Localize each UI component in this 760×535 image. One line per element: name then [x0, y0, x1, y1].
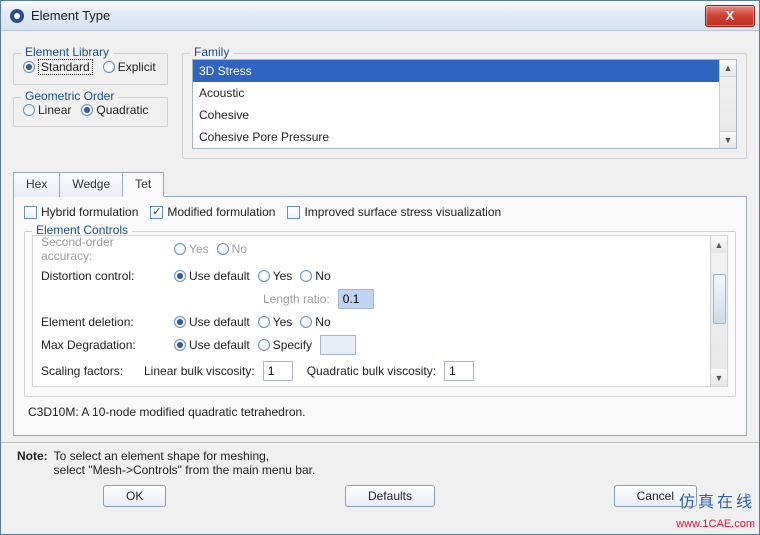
family-item[interactable]: 3D Stress [193, 60, 736, 82]
family-item[interactable]: Cohesive [193, 104, 736, 126]
element-library-group: Element Library Standard Explicit [13, 47, 168, 85]
checkbox-hybrid-label: Hybrid formulation [41, 205, 138, 219]
scroll-thumb[interactable] [713, 274, 726, 324]
radio-quadratic[interactable]: Quadratic [81, 103, 148, 117]
element-description: C3D10M: A 10-node modified quadratic tet… [24, 397, 736, 427]
soa-label: Second-order accuracy: [41, 235, 166, 263]
close-icon: X [726, 8, 735, 23]
tabstrip: Hex Wedge Tet [13, 171, 747, 196]
element-controls-panel: ▲ ▼ Second-order accuracy: Yes No Distor… [32, 235, 728, 387]
radio-soa-yes: Yes [174, 242, 209, 256]
note-row: Note: To select an element shape for mes… [13, 449, 747, 485]
linear-bulk-input[interactable] [263, 361, 293, 381]
radio-icon [258, 270, 270, 282]
length-ratio-input[interactable] [338, 289, 374, 309]
scaling-factors-label: Scaling factors: [41, 364, 136, 378]
radio-quadratic-label: Quadratic [96, 103, 148, 117]
max-degradation-label: Max Degradation: [41, 338, 166, 352]
element-deletion-label: Element deletion: [41, 315, 166, 329]
radio-standard[interactable]: Standard [23, 59, 93, 75]
tab-tet[interactable]: Tet [122, 172, 164, 197]
radio-linear[interactable]: Linear [23, 103, 71, 117]
watermark-url: www.1CAE.com [676, 518, 755, 530]
note-line2: select "Mesh->Controls" from the main me… [54, 463, 316, 477]
ok-button[interactable]: OK [103, 485, 166, 507]
family-item[interactable]: Acoustic [193, 82, 736, 104]
radio-icon [103, 61, 115, 73]
family-scrollbar[interactable]: ▲ ▼ [719, 60, 736, 148]
tab-panel-tet: Hybrid formulation Modified formulation … [13, 196, 747, 436]
checkbox-modified-label: Modified formulation [167, 205, 275, 219]
radio-icon [300, 316, 312, 328]
radio-linear-label: Linear [38, 103, 71, 117]
linear-bulk-label: Linear bulk viscosity: [144, 364, 255, 378]
quadratic-bulk-label: Quadratic bulk viscosity: [307, 364, 436, 378]
family-title: Family [190, 45, 233, 59]
radio-icon [174, 316, 186, 328]
radio-distortion-default[interactable]: Use default [174, 269, 250, 283]
radio-explicit[interactable]: Explicit [103, 60, 156, 74]
quadratic-bulk-input[interactable] [444, 361, 474, 381]
app-icon [9, 8, 25, 24]
geometric-order-title: Geometric Order [21, 89, 118, 103]
scroll-up-icon[interactable]: ▲ [711, 236, 727, 253]
tab-hex[interactable]: Hex [13, 172, 60, 197]
watermark-cn: 仿真在线 [679, 488, 755, 512]
max-degradation-input[interactable] [320, 335, 356, 355]
checkbox-icon [24, 206, 37, 219]
element-controls-scrollbar[interactable]: ▲ ▼ [710, 236, 727, 386]
checkbox-hybrid[interactable]: Hybrid formulation [24, 205, 138, 219]
radio-icon [300, 270, 312, 282]
radio-icon [258, 316, 270, 328]
radio-eldel-no[interactable]: No [300, 315, 330, 329]
checkbox-modified[interactable]: Modified formulation [150, 205, 275, 219]
titlebar: Element Type X [1, 1, 759, 31]
element-library-title: Element Library [21, 45, 113, 59]
family-group: Family 3D Stress Acoustic Cohesive Cohes… [182, 47, 747, 159]
radio-distortion-no[interactable]: No [300, 269, 330, 283]
length-ratio-label: Length ratio: [263, 292, 330, 306]
tab-wedge[interactable]: Wedge [59, 172, 123, 197]
scroll-up-icon[interactable]: ▲ [720, 60, 736, 77]
checkbox-improved-label: Improved surface stress visualization [304, 205, 501, 219]
radio-soa-no: No [217, 242, 247, 256]
checkbox-icon [287, 206, 300, 219]
radio-icon [174, 243, 186, 255]
scroll-down-icon[interactable]: ▼ [711, 369, 727, 386]
geometric-order-group: Geometric Order Linear Quadratic [13, 91, 168, 127]
divider [1, 442, 759, 445]
element-controls-group: Element Controls ▲ ▼ Second-order accura… [24, 225, 736, 397]
radio-maxdeg-default[interactable]: Use default [174, 338, 250, 352]
note-label: Note: [17, 449, 48, 477]
family-listbox[interactable]: 3D Stress Acoustic Cohesive Cohesive Por… [192, 59, 737, 149]
radio-explicit-label: Explicit [118, 60, 156, 74]
radio-eldel-default[interactable]: Use default [174, 315, 250, 329]
radio-standard-label: Standard [38, 59, 93, 75]
scroll-down-icon[interactable]: ▼ [720, 131, 736, 148]
radio-maxdeg-specify[interactable]: Specify [258, 338, 312, 352]
checkbox-icon [150, 206, 163, 219]
radio-icon [23, 61, 35, 73]
family-item[interactable]: Cohesive Pore Pressure [193, 126, 736, 148]
distortion-label: Distortion control: [41, 269, 166, 283]
close-button[interactable]: X [705, 5, 755, 27]
radio-eldel-yes[interactable]: Yes [258, 315, 293, 329]
button-row: OK Defaults Cancel [13, 485, 747, 507]
radio-icon [217, 243, 229, 255]
radio-distortion-yes[interactable]: Yes [258, 269, 293, 283]
checkbox-improved[interactable]: Improved surface stress visualization [287, 205, 501, 219]
dialog-window: Element Type X 1CAE.COM Element Library … [0, 0, 760, 535]
radio-icon [174, 270, 186, 282]
radio-icon [258, 339, 270, 351]
dialog-title: Element Type [31, 8, 705, 23]
radio-icon [23, 104, 35, 116]
radio-icon [174, 339, 186, 351]
defaults-button[interactable]: Defaults [345, 485, 435, 507]
note-line1: To select an element shape for meshing, [54, 449, 269, 463]
radio-icon [81, 104, 93, 116]
